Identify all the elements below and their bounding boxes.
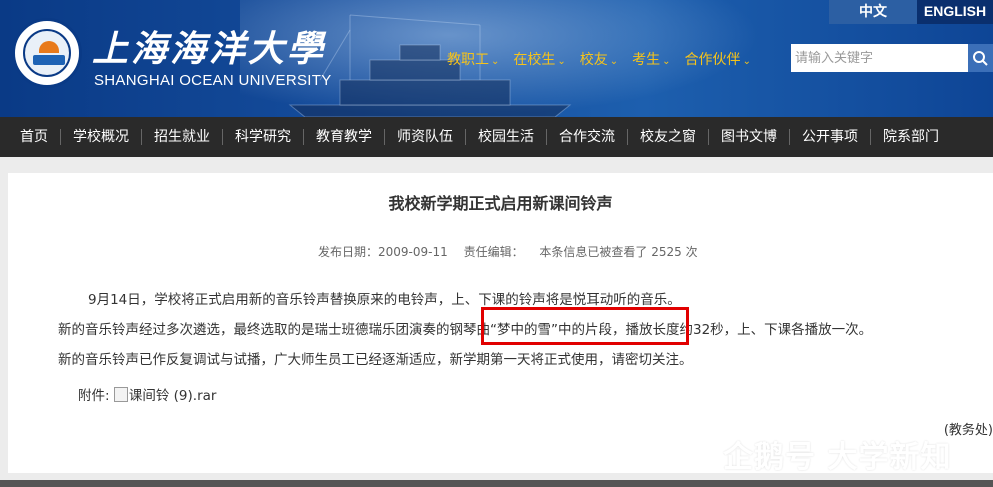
search-input[interactable] bbox=[791, 44, 968, 72]
audience-nav: 教职工 ⌄ 在校生 ⌄ 校友 ⌄ 考生 ⌄ 合作伙伴 ⌄ bbox=[447, 49, 765, 69]
site-header: 上海海洋大學 SHANGHAI OCEAN UNIVERSITY 中文 ENGL… bbox=[0, 0, 993, 117]
school-name-en: SHANGHAI OCEAN UNIVERSITY bbox=[94, 72, 332, 89]
main-nav-item-alumni[interactable]: 校友之窗 bbox=[628, 117, 708, 157]
footer-bar bbox=[0, 480, 993, 487]
red-highlight-box bbox=[481, 307, 689, 345]
school-name-cn: 上海海洋大學 bbox=[92, 28, 327, 70]
attachment-link[interactable]: 课间铃 (9).rar bbox=[113, 387, 216, 404]
search-icon bbox=[973, 51, 988, 66]
main-nav-item-education[interactable]: 教育教学 bbox=[304, 117, 384, 157]
main-nav: 首页 学校概况 招生就业 科学研究 教育教学 师资队伍 校园生活 合作交流 校友… bbox=[0, 117, 993, 157]
logo-sun-icon bbox=[39, 41, 59, 53]
main-nav-item-faculty[interactable]: 师资队伍 bbox=[385, 117, 465, 157]
broken-image-icon bbox=[113, 387, 128, 402]
main-nav-item-research[interactable]: 科学研究 bbox=[223, 117, 303, 157]
article-paragraph-3: 新的音乐铃声已作反复调试与试播，广大师生员工已经逐渐适应，新学期第一天将正式使用… bbox=[58, 352, 693, 368]
watermark: 企鹅号 大学新知 bbox=[683, 432, 951, 476]
main-nav-item-cooperation[interactable]: 合作交流 bbox=[547, 117, 627, 157]
attachment-label: 附件: bbox=[78, 388, 110, 404]
lang-switch-chinese[interactable]: 中文 bbox=[829, 0, 917, 24]
attachment-row: 附件: 课间铃 (9).rar bbox=[78, 384, 216, 404]
main-nav-item-public-affairs[interactable]: 公开事项 bbox=[790, 117, 870, 157]
chevron-down-icon: ⌄ bbox=[609, 56, 619, 67]
search-button[interactable] bbox=[968, 44, 993, 72]
main-nav-item-admissions[interactable]: 招生就业 bbox=[142, 117, 222, 157]
lang-switch-english[interactable]: ENGLISH bbox=[917, 0, 993, 24]
main-nav-item-campus-life[interactable]: 校园生活 bbox=[466, 117, 546, 157]
article-title: 我校新学期正式启用新课间铃声 bbox=[388, 194, 613, 213]
editor: 责任编辑： bbox=[463, 245, 524, 259]
chevron-down-icon: ⌄ bbox=[491, 56, 500, 67]
university-logo[interactable] bbox=[12, 18, 82, 88]
audience-nav-partners[interactable]: 合作伙伴 ⌄ bbox=[685, 49, 751, 69]
audience-nav-alumni[interactable]: 校友 ⌄ bbox=[580, 49, 618, 69]
publish-date: 发布日期：2009-09-11 bbox=[318, 245, 448, 259]
article-meta: 发布日期：2009-09-11 责任编辑： 本条信息已被查看了 2525 次 bbox=[318, 243, 710, 260]
main-nav-item-departments[interactable]: 院系部门 bbox=[871, 117, 951, 157]
penguin-icon bbox=[687, 442, 713, 471]
chevron-down-icon: ⌄ bbox=[557, 56, 566, 67]
chevron-down-icon: ⌄ bbox=[742, 56, 751, 67]
logo-wave-icon bbox=[33, 55, 65, 65]
audience-nav-staff[interactable]: 教职工 ⌄ bbox=[447, 49, 499, 69]
audience-nav-applicants[interactable]: 考生 ⌄ bbox=[632, 49, 670, 69]
logo-emblem-icon bbox=[23, 29, 71, 77]
audience-nav-students[interactable]: 在校生 ⌄ bbox=[513, 49, 565, 69]
chevron-down-icon: ⌄ bbox=[662, 56, 671, 67]
article-paragraph-1: 9月14日，学校将正式启用新的音乐铃声替换原来的电铃声，上、下课的铃声将是悦耳动… bbox=[88, 292, 681, 308]
main-nav-item-library[interactable]: 图书文博 bbox=[709, 117, 789, 157]
main-nav-item-overview[interactable]: 学校概况 bbox=[61, 117, 141, 157]
article-paragraph-2: 新的音乐铃声经过多次遴选，最终选取的是瑞士班德瑞乐团演奏的钢琴曲“梦中的雪”中的… bbox=[58, 322, 873, 338]
view-count: 本条信息已被查看了 2525 次 bbox=[539, 245, 698, 259]
main-nav-item-home[interactable]: 首页 bbox=[0, 117, 60, 157]
